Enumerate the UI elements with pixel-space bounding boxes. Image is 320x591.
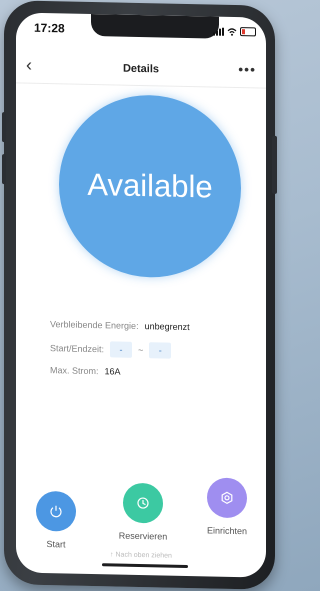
status-indicator: Available	[59, 93, 241, 280]
settings-button[interactable]	[207, 477, 247, 519]
status-label: Available	[87, 166, 213, 205]
energy-label: Verbleibende Energie:	[50, 319, 139, 331]
status-icons	[213, 27, 256, 37]
clock-icon	[137, 497, 149, 509]
nav-bar: ‹ Details •••	[16, 52, 266, 89]
status-time: 17:28	[34, 20, 65, 36]
end-time-field[interactable]: -	[149, 342, 172, 359]
reserve-action[interactable]: Reservieren	[113, 482, 173, 542]
reserve-button[interactable]	[123, 482, 163, 524]
page-title: Details	[122, 62, 160, 76]
settings-label: Einrichten	[206, 525, 248, 537]
settings-action[interactable]: Einrichten	[197, 477, 257, 536]
phone-frame: 17:28 ‹ Details ••• Available Verbleiben…	[2, 0, 277, 590]
phone-screen: 17:28 ‹ Details ••• Available Verbleiben…	[16, 12, 266, 578]
start-button[interactable]	[36, 490, 76, 532]
start-time-field[interactable]: -	[110, 341, 133, 358]
power-side-button	[272, 135, 277, 194]
start-action[interactable]: Start	[26, 490, 86, 550]
current-label: Max. Strom:	[50, 365, 99, 377]
time-label: Start/Endzeit:	[50, 343, 105, 355]
reserve-label: Reservieren	[118, 530, 168, 542]
signal-icon	[213, 27, 224, 36]
volume-side-button-2	[2, 154, 6, 185]
time-separator: ~	[138, 344, 144, 356]
settings-icon	[221, 491, 233, 505]
current-row: Max. Strom: 16A	[50, 365, 121, 376]
time-row: Start/Endzeit: - ~ -	[50, 340, 172, 359]
energy-value: unbegrenzt	[144, 321, 190, 333]
more-menu-button[interactable]: •••	[238, 61, 256, 77]
volume-side-button	[2, 112, 6, 143]
home-indicator[interactable]	[102, 563, 188, 569]
battery-icon	[240, 27, 256, 37]
notch	[91, 13, 219, 39]
wifi-icon	[227, 27, 237, 36]
current-value: 16A	[104, 366, 121, 377]
action-bar: Start Reservieren Einrichten	[16, 477, 266, 555]
energy-row: Verbleibende Energie: unbegrenzt	[50, 319, 190, 332]
power-icon	[50, 505, 62, 518]
start-label: Start	[46, 539, 66, 550]
